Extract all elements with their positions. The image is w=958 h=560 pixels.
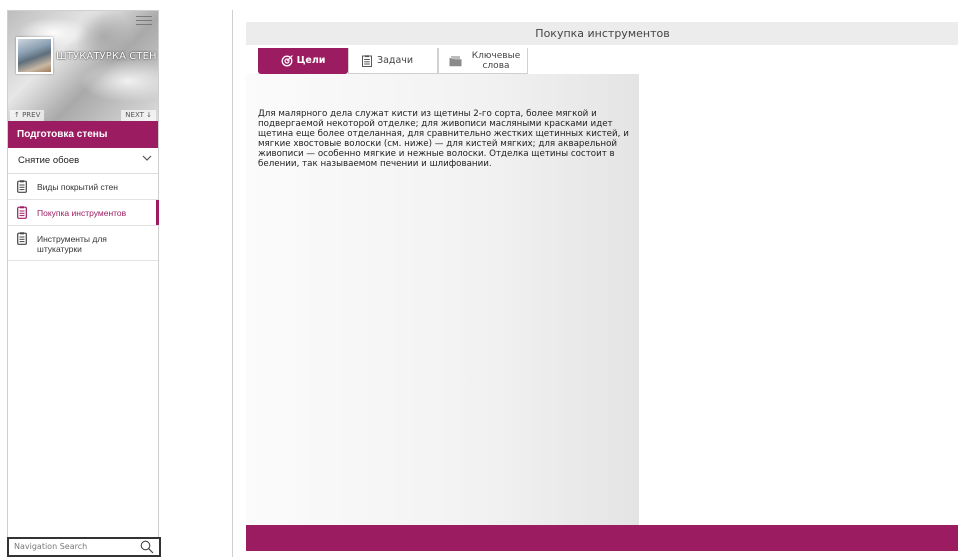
course-title: ШТУКАТУРКА СТЕН — [56, 51, 157, 62]
group-label: Снятие обоев — [18, 155, 80, 166]
content-panel: Для малярного дела служат кисти из щетин… — [246, 74, 639, 525]
search-input[interactable]: Navigation Search — [7, 537, 161, 557]
tab-tasks[interactable]: Задачи — [348, 48, 438, 74]
footer-bar — [246, 525, 958, 551]
folder-icon — [449, 55, 462, 67]
navigation-sidebar: ШТУКАТУРКА СТЕН ↑ PREV NEXT ↓ Подготовка… — [7, 10, 161, 557]
sidebar-item-label: Виды покрытий стен — [37, 182, 118, 192]
tab-tasks-label: Задачи — [377, 55, 414, 66]
prev-button[interactable]: ↑ PREV — [10, 110, 45, 121]
sidebar-item-plaster-tools[interactable]: Инструменты для штукатурки — [8, 226, 158, 261]
tab-keywords-label: Ключевые слова — [471, 50, 521, 71]
target-icon — [281, 54, 293, 67]
search-placeholder: Navigation Search — [14, 542, 88, 551]
page-title: Покупка инструментов — [246, 22, 958, 45]
sidebar-item-label: Инструменты для штукатурки — [37, 234, 107, 254]
document-icon — [17, 232, 27, 245]
course-banner: ШТУКАТУРКА СТЕН ↑ PREV NEXT ↓ — [8, 11, 158, 121]
section-header[interactable]: Подготовка стены — [8, 121, 158, 148]
sidebar-item-buying-tools[interactable]: Покупка инструментов — [8, 200, 159, 226]
sidebar-item-label: Покупка инструментов — [37, 208, 127, 218]
body-text: Для малярного дела служат кисти из щетин… — [258, 109, 629, 169]
clipboard-icon — [361, 54, 373, 67]
sidebar-item-wall-coverings[interactable]: Виды покрытий стен — [8, 174, 158, 200]
next-button[interactable]: NEXT ↓ — [121, 110, 156, 121]
document-icon — [17, 206, 27, 219]
hamburger-menu-icon[interactable] — [136, 13, 152, 27]
tab-keywords[interactable]: Ключевые слова — [438, 48, 528, 74]
group-toggle[interactable]: Снятие обоев — [8, 148, 158, 174]
course-thumbnail — [16, 37, 53, 74]
content-stage: Покупка инструментов Цели Задачи Ключевы… — [232, 10, 958, 557]
search-icon[interactable] — [140, 540, 154, 554]
chevron-down-icon — [142, 148, 152, 173]
tab-goals-label: Цели — [296, 55, 326, 66]
tab-bar: Цели Задачи Ключевые слова — [258, 48, 528, 74]
tab-goals[interactable]: Цели — [258, 48, 348, 74]
document-icon — [17, 180, 27, 193]
